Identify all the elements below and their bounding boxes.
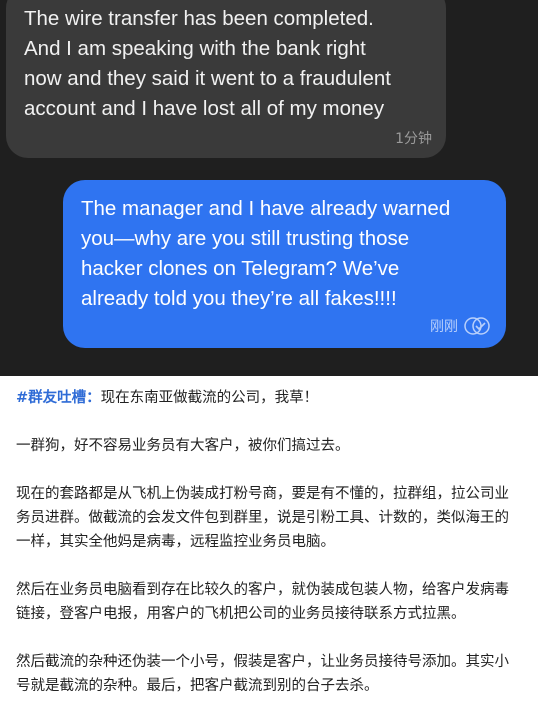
message-line: hacker clones on Telegram? We’ve xyxy=(81,257,400,280)
outgoing-message-time: 刚刚 xyxy=(430,319,458,335)
article-paragraph: 然后在业务员电脑看到存在比较久的客户，就伪装成包装人物，给客户发病毒链接，登客户… xyxy=(16,582,509,622)
incoming-message-bubble: The wire transfer has been completed. An… xyxy=(6,0,446,158)
article-body: #群友吐槽：现在东南亚做截流的公司，我草！ 一群狗，好不容易业务员有大客户，被你… xyxy=(0,376,538,710)
outgoing-message-meta: 刚刚 xyxy=(430,316,490,336)
message-line: now and they said it went to a fraudulen… xyxy=(24,67,391,90)
paragraph-text: 现在东南亚做截流的公司，我草！ xyxy=(100,390,319,406)
outgoing-message-bubble: The manager and I have already warned yo… xyxy=(63,180,506,348)
message-line: account and I have lost all of my money xyxy=(24,97,385,120)
message-line: The manager and I have already warned xyxy=(81,197,451,220)
message-line: And I am speaking with the bank right xyxy=(24,37,366,60)
message-line: you—why are you still trusting those xyxy=(81,227,410,250)
chat-screenshot: The wire transfer has been completed. An… xyxy=(0,0,538,376)
double-check-icon xyxy=(464,317,490,335)
article-paragraph: 现在的套路都是从飞机上伪装成打粉号商，要是有不懂的，拉群组，拉公司业务员进群。做… xyxy=(16,486,509,550)
article-paragraph: 一群狗，好不容易业务员有大客户，被你们搞过去。 xyxy=(16,438,350,454)
article-paragraph: #群友吐槽：现在东南亚做截流的公司，我草！ xyxy=(16,386,522,410)
message-line: The wire transfer has been completed. xyxy=(24,7,374,30)
incoming-message-text: The wire transfer has been completed. An… xyxy=(24,4,428,124)
message-line: already told you they’re all fakes!!!! xyxy=(81,287,397,310)
hashtag-link[interactable]: #群友吐槽 xyxy=(16,390,86,406)
outgoing-message-text: The manager and I have already warned yo… xyxy=(81,194,490,314)
incoming-message-time: 1分钟 xyxy=(395,131,432,147)
tag-colon: ： xyxy=(86,390,101,406)
article-paragraph: 然后截流的杂种还伪装一个小号，假装是客户，让业务员接待号添加。其实小号就是截流的… xyxy=(16,654,509,694)
